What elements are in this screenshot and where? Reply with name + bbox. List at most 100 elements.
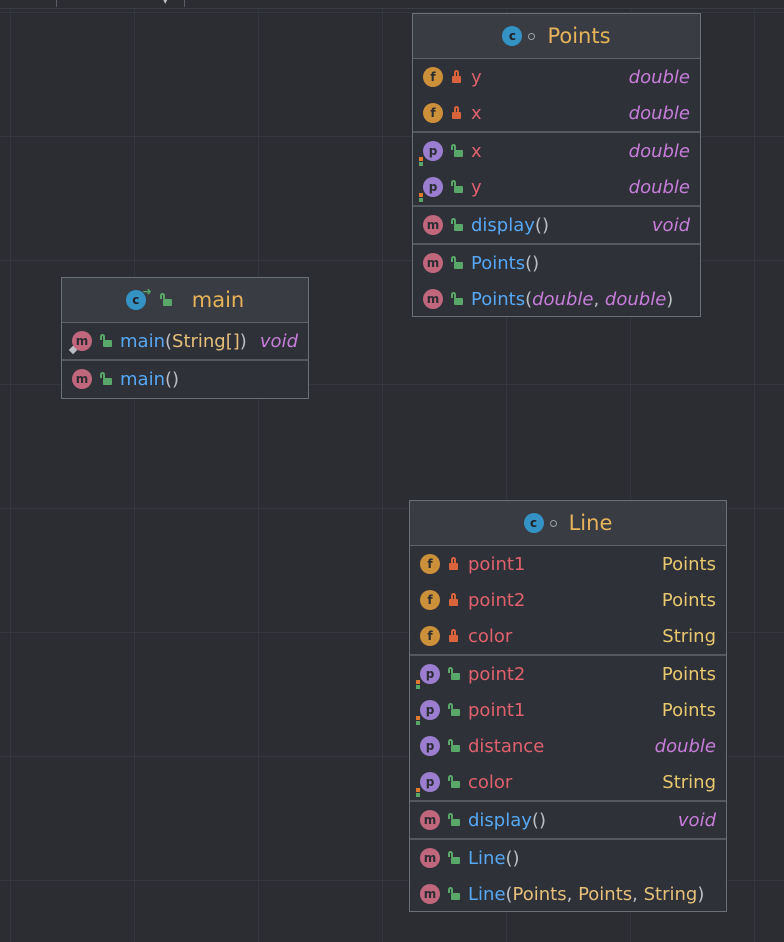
property-name: distance xyxy=(468,735,545,757)
class-icon: c ➜ xyxy=(125,285,152,310)
field-type: Points xyxy=(661,553,716,575)
class-node-points[interactable]: c Points f y double f x double p x doubl… xyxy=(412,13,701,317)
class-title: Line xyxy=(568,511,613,535)
public-unlock-icon xyxy=(448,739,460,753)
class-node-main[interactable]: c ➜ main m main ( String[] ) void m main … xyxy=(61,277,309,399)
param-separator: , xyxy=(593,288,605,310)
private-lock-icon xyxy=(448,593,460,607)
property-name: point1 xyxy=(468,699,526,721)
property-row[interactable]: p y double xyxy=(413,169,700,205)
constructor-row[interactable]: m Points ( ) xyxy=(413,245,700,281)
constructor-row[interactable]: m Line ( Points , Points , String ) xyxy=(410,876,726,912)
param-separator: , xyxy=(632,883,644,905)
method-params: () xyxy=(531,809,546,831)
public-unlock-icon xyxy=(448,775,460,789)
property-type: double xyxy=(628,140,690,162)
method-icon: m xyxy=(423,289,443,309)
private-lock-icon xyxy=(448,557,460,571)
constructor-name: main xyxy=(120,368,165,390)
property-icon: p xyxy=(416,772,440,797)
close-paren: ) xyxy=(239,330,247,352)
constructor-row[interactable]: m Points ( double , double ) xyxy=(413,281,700,317)
close-paren: ) xyxy=(532,252,540,274)
public-unlock-icon xyxy=(448,703,460,717)
property-row[interactable]: p point2 Points xyxy=(410,656,726,692)
public-unlock-icon xyxy=(451,180,463,194)
class-title: Points xyxy=(547,24,611,48)
private-lock-icon xyxy=(448,629,460,643)
field-row[interactable]: f x double xyxy=(413,95,700,131)
field-icon: f xyxy=(420,626,440,646)
field-icon: f xyxy=(423,103,443,123)
constructor-name: Points xyxy=(471,288,526,310)
field-name: color xyxy=(468,625,513,647)
property-name: y xyxy=(471,176,482,198)
property-name: color xyxy=(468,771,513,793)
method-name: display xyxy=(471,214,535,236)
param-type: Points xyxy=(512,883,567,905)
fields-section: f y double f x double xyxy=(413,59,700,133)
private-lock-icon xyxy=(451,106,463,120)
property-name: point2 xyxy=(468,663,526,685)
open-paren: ( xyxy=(525,288,533,310)
constructors-section: m Line () m Line ( Points , Points , Str… xyxy=(410,840,726,912)
method-icon: m xyxy=(420,848,440,868)
constructors-section: m main () xyxy=(62,361,308,397)
param-type: Points xyxy=(578,883,633,905)
property-row[interactable]: p color String xyxy=(410,764,726,800)
param-type: double xyxy=(532,288,594,310)
toolbar-strip: ▾ xyxy=(0,0,784,9)
constructor-row[interactable]: m Line () xyxy=(410,840,726,876)
open-paren: ( xyxy=(505,883,513,905)
methods-section: m main ( String[] ) void xyxy=(62,323,308,361)
field-type: Points xyxy=(661,589,716,611)
field-row[interactable]: f color String xyxy=(410,618,726,654)
public-unlock-icon xyxy=(159,293,172,307)
private-lock-icon xyxy=(451,70,463,84)
class-icon: c xyxy=(502,26,523,46)
method-row[interactable]: m display () void xyxy=(413,207,700,243)
field-row[interactable]: f point1 Points xyxy=(410,546,726,582)
public-unlock-icon xyxy=(448,667,460,681)
close-paren: ) xyxy=(666,288,674,310)
field-icon: f xyxy=(420,590,440,610)
open-paren: ( xyxy=(525,252,533,274)
method-name: display xyxy=(468,809,532,831)
close-paren: ) xyxy=(697,883,705,905)
return-type: void xyxy=(259,330,298,352)
param-type: String[] xyxy=(172,330,240,352)
property-name: x xyxy=(471,140,482,162)
property-type: Points xyxy=(661,699,716,721)
constructor-row[interactable]: m main () xyxy=(62,361,308,397)
public-unlock-icon xyxy=(448,851,460,865)
property-row[interactable]: p x double xyxy=(413,133,700,169)
method-row[interactable]: m display () void xyxy=(410,802,726,838)
property-row[interactable]: p distance double xyxy=(410,728,726,764)
field-row[interactable]: f y double xyxy=(413,59,700,95)
field-name: point2 xyxy=(468,589,526,611)
class-icon: c xyxy=(523,513,544,533)
property-row[interactable]: p point1 Points xyxy=(410,692,726,728)
param-separator: , xyxy=(566,883,579,905)
constructor-params: () xyxy=(164,368,180,390)
public-unlock-icon xyxy=(448,813,460,827)
public-unlock-icon xyxy=(451,144,463,158)
class-header: c Line xyxy=(410,501,726,546)
field-name: point1 xyxy=(468,553,526,575)
method-icon: m xyxy=(423,215,443,235)
field-icon: f xyxy=(423,67,443,87)
final-modifier-icon xyxy=(528,32,536,40)
public-unlock-icon xyxy=(451,218,463,232)
open-paren: ( xyxy=(164,330,173,352)
chevron-down-icon[interactable]: ▾ xyxy=(163,0,168,7)
class-node-line[interactable]: c Line f point1 Points f point2 Points f… xyxy=(409,500,727,912)
toolbar-divider xyxy=(184,0,185,7)
property-icon: p xyxy=(416,700,440,725)
constructors-section: m Points ( ) m Points ( double , double … xyxy=(413,245,700,317)
method-row[interactable]: m main ( String[] ) void xyxy=(62,323,308,359)
constructor-params: () xyxy=(505,847,520,869)
method-icon: m xyxy=(420,810,440,830)
field-type: String xyxy=(662,625,716,647)
field-row[interactable]: f point2 Points xyxy=(410,582,726,618)
constructor-name: Line xyxy=(468,847,506,869)
